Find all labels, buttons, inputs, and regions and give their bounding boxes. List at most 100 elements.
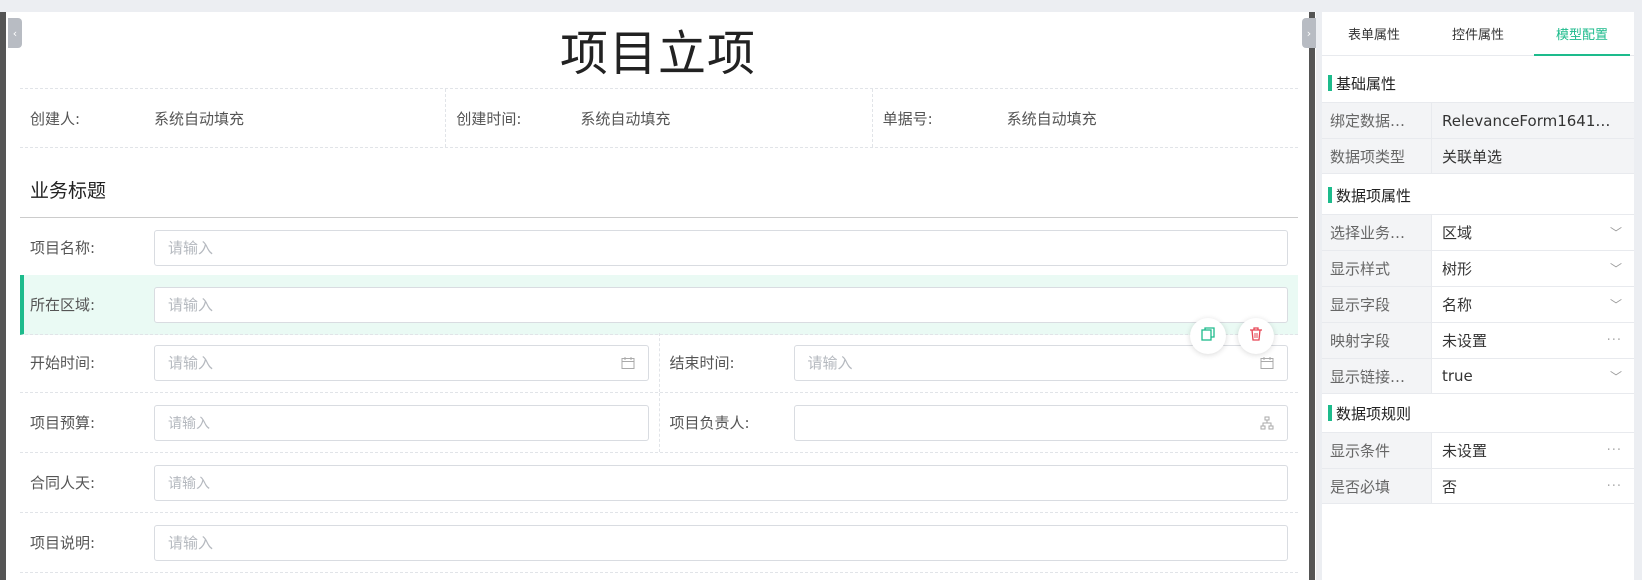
meta-value: 系统自动填充 (154, 109, 245, 128)
ellipsis-icon: ··· (1606, 333, 1622, 348)
chevron-down-icon: ﹀ (1609, 262, 1622, 276)
property-panel: 表单属性 控件属性 模型配置 基础属性 绑定数据… RelevanceForm1… (1322, 12, 1634, 580)
prop-row-bind-data: 绑定数据… RelevanceForm1641… (1322, 102, 1634, 138)
prop-value: 关联单选 (1432, 139, 1634, 173)
field-label: 所在区域: (30, 296, 96, 314)
display-style-select[interactable]: 树形 ﹀ (1432, 251, 1634, 286)
canvas-left-border (0, 12, 6, 580)
prop-row-display-condition: 显示条件 未设置 ··· (1322, 432, 1634, 468)
delete-field-button[interactable] (1238, 318, 1274, 354)
region-input[interactable]: 请输入 (154, 286, 1288, 323)
description-input[interactable]: 请输入 (154, 524, 1288, 561)
meta-creator: 创建人: 系统自动填充 (20, 89, 447, 147)
field-row-project-name[interactable]: 项目名称: 请输入 (20, 218, 1298, 278)
calendar-icon[interactable] (620, 355, 636, 371)
input-placeholder: 请输入 (168, 354, 214, 372)
field-label: 项目说明: (30, 534, 96, 552)
prop-key: 数据项类型 (1322, 139, 1432, 173)
meta-row: 创建人: 系统自动填充 创建时间: 系统自动填充 单据号: 系统自动填充 (20, 88, 1298, 148)
required-picker[interactable]: 否 ··· (1432, 469, 1634, 503)
trash-icon (1248, 326, 1264, 346)
calendar-icon[interactable] (1259, 355, 1275, 371)
ellipsis-icon: ··· (1606, 443, 1622, 458)
field-label: 合同人天: (30, 474, 96, 492)
field-label: 项目负责人: (669, 414, 750, 432)
prop-key: 绑定数据… (1322, 103, 1432, 138)
prop-value-text: 区域 (1442, 224, 1473, 242)
prop-value: RelevanceForm1641… (1432, 103, 1634, 138)
form-title: 项目立项 (559, 26, 756, 82)
field-row-region[interactable]: 所在区域: 请输入 (20, 275, 1298, 335)
copy-field-button[interactable] (1190, 318, 1226, 354)
prop-key: 显示字段 (1322, 287, 1432, 322)
business-select[interactable]: 区域 ﹀ (1432, 215, 1634, 250)
prop-value-text: 名称 (1442, 296, 1473, 314)
prop-value-text: 未设置 (1442, 442, 1488, 460)
field-label: 项目预算: (30, 414, 96, 432)
meta-doc-number: 单据号: 系统自动填充 (873, 89, 1298, 147)
meta-value: 系统自动填充 (1006, 109, 1097, 128)
contract-days-input[interactable]: 请输入 (154, 464, 1288, 501)
chevron-down-icon: ﹀ (1609, 369, 1622, 384)
prop-row-display-field: 显示字段 名称 ﹀ (1322, 286, 1634, 322)
prop-row-mapping-field: 映射字段 未设置 ··· (1322, 322, 1634, 358)
canvas-right-border (1309, 12, 1315, 580)
tab-form-properties[interactable]: 表单属性 (1322, 12, 1426, 55)
input-placeholder: 请输入 (807, 354, 853, 372)
field-label: 项目名称: (30, 239, 96, 257)
chevron-down-icon: ﹀ (1609, 226, 1622, 240)
prop-value-text: true (1442, 367, 1473, 385)
meta-value: 系统自动填充 (580, 109, 671, 128)
display-field-select[interactable]: 名称 ﹀ (1432, 287, 1634, 322)
group-title-item: 数据项属性 (1322, 178, 1634, 212)
prop-key: 显示样式 (1322, 251, 1432, 286)
field-label: 结束时间: (669, 354, 735, 372)
prop-key: 选择业务… (1322, 215, 1432, 250)
tab-model-config[interactable]: 模型配置 (1530, 12, 1634, 56)
display-condition-picker[interactable]: 未设置 ··· (1432, 433, 1634, 468)
project-name-input[interactable]: 请输入 (154, 229, 1288, 266)
input-placeholder: 请输入 (168, 475, 210, 492)
tab-control-properties[interactable]: 控件属性 (1426, 12, 1530, 55)
prop-row-show-link: 显示链接… true ﹀ (1322, 358, 1634, 394)
prop-value-text: 树形 (1442, 260, 1473, 278)
input-placeholder: 请输入 (168, 415, 210, 432)
input-placeholder: 请输入 (168, 296, 214, 314)
prop-key: 是否必填 (1322, 469, 1432, 503)
prop-value-text: 否 (1442, 477, 1458, 496)
field-row-description[interactable]: 项目说明: 请输入 (20, 513, 1298, 573)
field-row-budget-owner: 项目预算: 请输入 项目负责人: (20, 393, 1298, 453)
prop-value-text: RelevanceForm1641… (1442, 111, 1611, 130)
field-row-dates: 开始时间: 请输入 结束时间: 请输入 (20, 333, 1298, 393)
ellipsis-icon: ··· (1606, 478, 1622, 494)
meta-label: 创建人: (30, 109, 81, 128)
chevron-down-icon: ﹀ (1609, 298, 1622, 312)
start-time-input[interactable]: 请输入 (154, 344, 649, 381)
owner-picker[interactable] (793, 404, 1288, 441)
mapping-field-picker[interactable]: 未设置 ··· (1432, 323, 1634, 358)
prop-key: 映射字段 (1322, 323, 1432, 358)
input-placeholder: 请输入 (168, 239, 214, 257)
prop-key: 显示条件 (1322, 433, 1432, 468)
prop-value-text: 关联单选 (1442, 147, 1503, 166)
input-placeholder: 请输入 (168, 534, 214, 552)
show-link-select[interactable]: true ﹀ (1432, 359, 1634, 393)
prop-row-business: 选择业务… 区域 ﹀ (1322, 214, 1634, 250)
prop-row-data-type: 数据项类型 关联单选 (1322, 138, 1634, 174)
section-title: 业务标题 (30, 180, 107, 202)
panel-tabs: 表单属性 控件属性 模型配置 (1322, 12, 1634, 56)
group-title-rule: 数据项规则 (1322, 396, 1634, 430)
meta-label: 单据号: (882, 109, 933, 128)
budget-input[interactable]: 请输入 (154, 404, 649, 441)
group-title-basic: 基础属性 (1322, 66, 1634, 100)
field-row-contract-days[interactable]: 合同人天: 请输入 (20, 453, 1298, 513)
prop-row-required: 是否必填 否 ··· (1322, 468, 1634, 504)
copy-icon (1200, 326, 1216, 346)
prop-row-display-style: 显示样式 树形 ﹀ (1322, 250, 1634, 286)
meta-label: 创建时间: (456, 109, 522, 128)
meta-created-time: 创建时间: 系统自动填充 (446, 89, 873, 147)
prop-value-text: 未设置 (1442, 332, 1488, 350)
field-label: 开始时间: (30, 354, 96, 372)
org-tree-icon[interactable] (1259, 415, 1275, 431)
prop-key: 显示链接… (1322, 359, 1432, 393)
